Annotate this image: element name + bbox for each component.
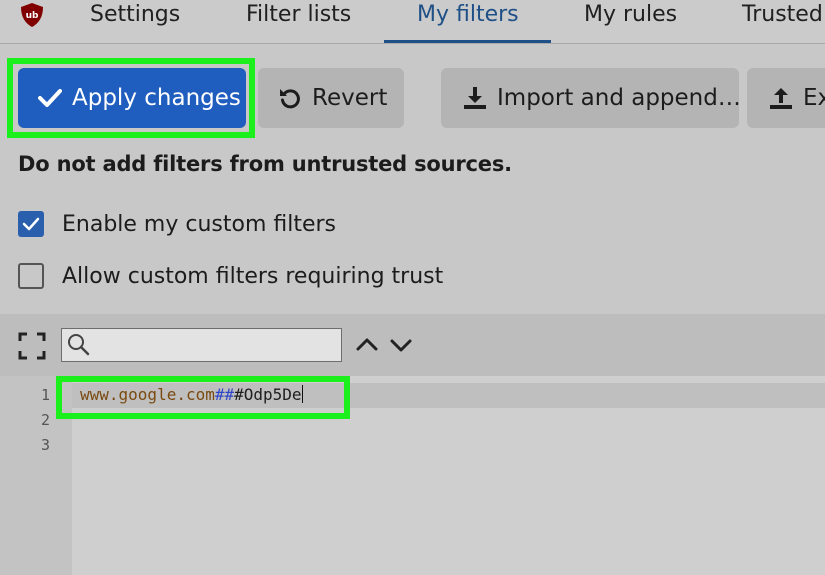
filter-line-highlight [56, 376, 350, 419]
untrusted-sources-warning: Do not add filters from untrusted source… [18, 152, 512, 176]
download-icon [464, 87, 486, 109]
editor-search-input[interactable] [61, 328, 342, 362]
enable-custom-filters-label: Enable my custom filters [62, 211, 337, 237]
import-and-append-button[interactable]: Import and append… [441, 68, 739, 128]
editor-toolbar [0, 314, 825, 376]
allow-trusted-filters-option[interactable]: Allow custom filters requiring trust [18, 263, 443, 289]
allow-trusted-filters-label: Allow custom filters requiring trust [62, 263, 444, 289]
checkmark-icon [22, 217, 40, 231]
active-tab-indicator [384, 40, 551, 43]
upload-icon [770, 88, 792, 109]
import-and-append-label: Import and append… [497, 85, 739, 111]
allow-trusted-filters-checkbox[interactable] [18, 263, 44, 289]
revert-button[interactable]: Revert [258, 68, 404, 128]
tab-my-rules[interactable]: My rules [584, 0, 677, 44]
tab-filter-lists[interactable]: Filter lists [246, 0, 351, 44]
chevron-down-icon[interactable] [388, 332, 414, 358]
svg-text:ub: ub [26, 11, 39, 21]
chevron-up-icon[interactable] [354, 332, 380, 358]
search-icon [68, 334, 90, 356]
export-label: Ex [803, 85, 825, 111]
fullscreen-icon[interactable] [18, 332, 46, 360]
revert-label: Revert [312, 85, 388, 111]
apply-changes-label: Apply changes [72, 85, 241, 111]
export-button[interactable]: Ex [747, 68, 825, 128]
tab-bar: ub Settings Filter lists My filters My r… [0, 0, 825, 44]
checkmark-icon [38, 89, 62, 107]
undo-icon [280, 89, 300, 109]
enable-custom-filters-option[interactable]: Enable my custom filters [18, 211, 336, 237]
line-number: 1 [40, 386, 50, 404]
ublock-origin-shield-icon: ub [21, 3, 43, 27]
tab-settings[interactable]: Settings [90, 0, 180, 44]
line-number: 3 [40, 436, 50, 454]
enable-custom-filters-checkbox[interactable] [18, 211, 44, 237]
apply-changes-button[interactable]: Apply changes [18, 68, 246, 128]
tab-trusted[interactable]: Trusted [742, 0, 823, 44]
tab-my-filters[interactable]: My filters [417, 0, 519, 44]
line-number: 2 [40, 411, 50, 429]
